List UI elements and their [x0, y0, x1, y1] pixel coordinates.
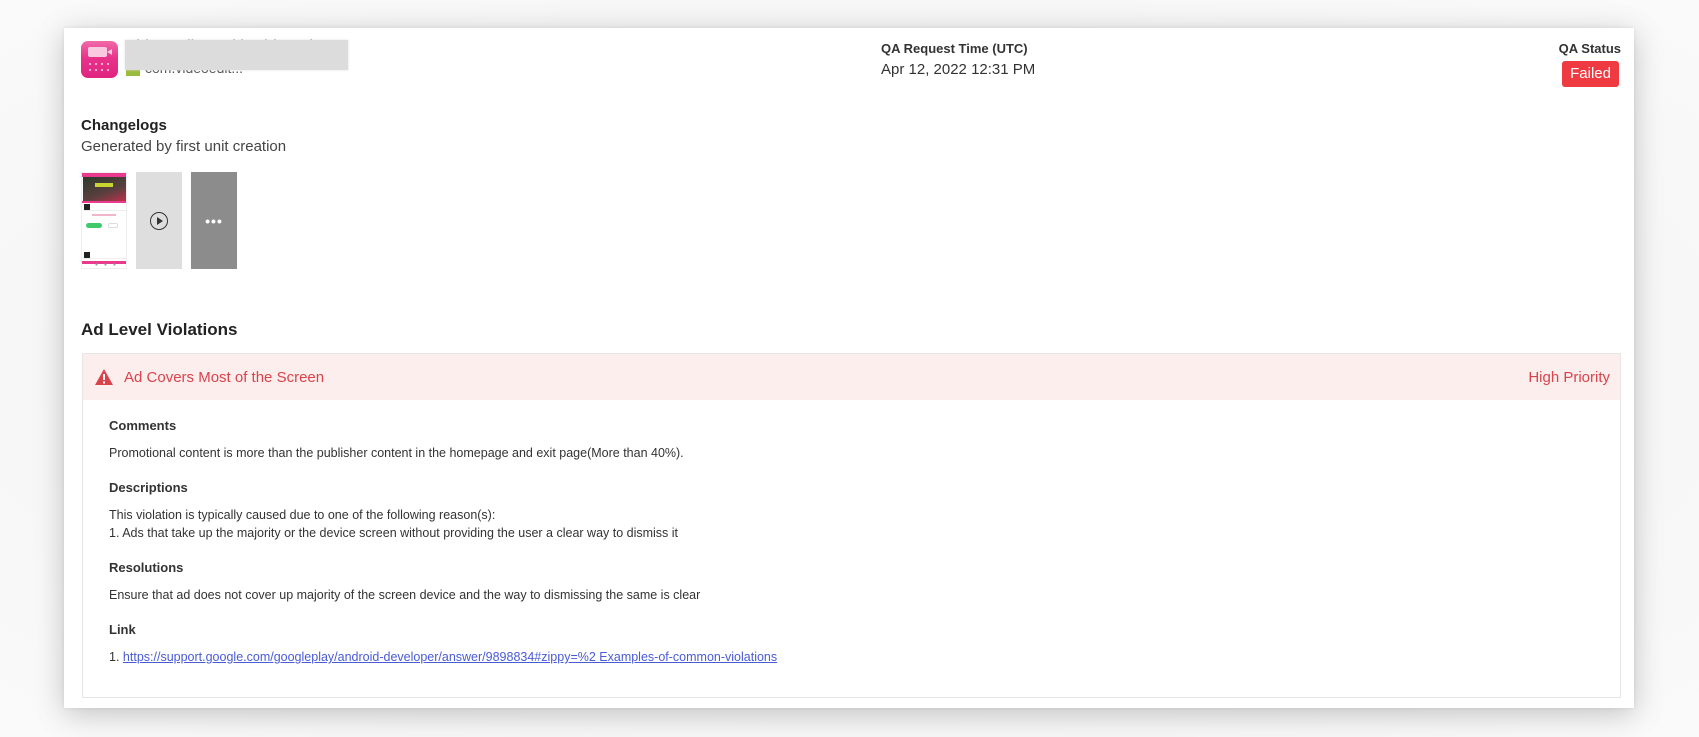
- app-icon: [81, 41, 118, 78]
- descriptions-intro: This violation is typically caused due t…: [109, 508, 496, 522]
- resolutions-label: Resolutions: [109, 560, 184, 575]
- play-circle-icon: [150, 211, 168, 230]
- changelogs-title: Changelogs: [81, 117, 167, 134]
- comments-label: Comments: [109, 418, 177, 433]
- ad-level-violations-title: Ad Level Violations: [81, 320, 238, 339]
- screenshot-thumbnail[interactable]: [81, 172, 127, 269]
- descriptions-item: 1. Ads that take up the majority or the …: [109, 526, 679, 540]
- request-time-label: QA Request Time (UTC): [881, 41, 1028, 56]
- redaction-block: [125, 40, 348, 70]
- qa-status-label: QA Status: [1558, 41, 1621, 56]
- qa-status-badge: Failed: [1562, 61, 1619, 87]
- link-label: Link: [109, 622, 136, 637]
- video-camera-icon: [88, 47, 107, 57]
- more-icon: •••: [205, 212, 223, 229]
- changelogs-description: Generated by first unit creation: [81, 138, 287, 155]
- descriptions-section: Descriptions This violation is typically…: [109, 480, 1594, 542]
- violation-name: Ad Covers Most of the Screen: [124, 368, 325, 386]
- comments-text: Promotional content is more than the pub…: [109, 446, 684, 460]
- resolutions-text: Ensure that ad does not cover up majorit…: [109, 588, 701, 602]
- link-section: Link 1. https://support.google.com/googl…: [109, 622, 1594, 666]
- violation-priority: High Priority: [1528, 368, 1610, 386]
- changelog-media-list: •••: [81, 172, 237, 269]
- link-number: 1.: [109, 650, 120, 664]
- violation-card: Ad Covers Most of the Screen High Priori…: [82, 353, 1621, 698]
- qa-report-card: Video Editor With Video Player com.video…: [64, 28, 1634, 708]
- descriptions-label: Descriptions: [109, 480, 188, 495]
- request-time-value: Apr 12, 2022 12:31 PM: [881, 61, 1036, 78]
- resolutions-section: Resolutions Ensure that ad does not cove…: [109, 560, 1594, 604]
- violation-details: Comments Promotional content is more tha…: [83, 400, 1620, 702]
- policy-link[interactable]: https://support.google.com/googleplay/an…: [123, 650, 777, 664]
- more-media-button[interactable]: •••: [191, 172, 237, 269]
- comments-section: Comments Promotional content is more tha…: [109, 418, 1594, 462]
- warning-triangle-icon: [94, 368, 114, 386]
- video-thumbnail[interactable]: [136, 172, 182, 269]
- violation-header[interactable]: Ad Covers Most of the Screen High Priori…: [83, 354, 1620, 400]
